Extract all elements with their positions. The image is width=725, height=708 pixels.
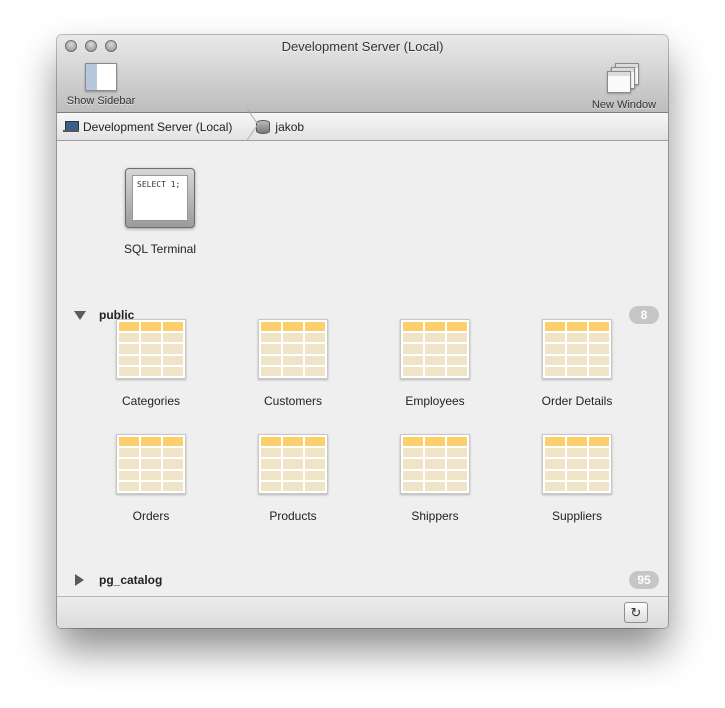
table-label: Customers bbox=[263, 394, 322, 408]
schema-name: pg_catalog bbox=[99, 573, 163, 587]
app-window: Development Server (Local) Show Sidebar … bbox=[57, 35, 668, 628]
database-icon bbox=[256, 119, 271, 134]
new-window-label: New Window bbox=[591, 99, 657, 111]
table-icon bbox=[542, 319, 612, 379]
footer-bar: ↻ bbox=[57, 596, 668, 628]
titlebar: Development Server (Local) Show Sidebar … bbox=[57, 35, 668, 113]
table-item-categories[interactable]: Categories bbox=[80, 319, 222, 408]
schema-count-badge: 95 bbox=[629, 571, 659, 589]
table-icon bbox=[258, 319, 328, 379]
table-item-shippers[interactable]: Shippers bbox=[364, 434, 506, 523]
sql-terminal-label: SQL Terminal bbox=[123, 242, 197, 256]
terminal-screen-text: SELECT 1; bbox=[132, 175, 188, 221]
table-label: Categories bbox=[121, 394, 181, 408]
window-title: Development Server (Local) bbox=[281, 39, 444, 54]
table-icon bbox=[400, 319, 470, 379]
breadcrumb-database[interactable]: jakob bbox=[250, 113, 312, 140]
breadcrumb-server[interactable]: Development Server (Local) bbox=[57, 113, 240, 140]
table-label: Products bbox=[269, 509, 317, 523]
table-label: Order Details bbox=[541, 394, 613, 408]
new-window-icon bbox=[607, 63, 641, 95]
refresh-icon: ↻ bbox=[630, 605, 642, 620]
table-label: Shippers bbox=[411, 509, 459, 523]
table-item-employees[interactable]: Employees bbox=[364, 319, 506, 408]
refresh-button[interactable]: ↻ bbox=[624, 602, 648, 623]
table-label: Employees bbox=[405, 394, 465, 408]
disclosure-collapsed-icon[interactable] bbox=[75, 574, 84, 586]
show-sidebar-button[interactable]: Show Sidebar bbox=[61, 63, 141, 107]
table-item-suppliers[interactable]: Suppliers bbox=[506, 434, 648, 523]
table-item-order-details[interactable]: Order Details bbox=[506, 319, 648, 408]
table-label: Suppliers bbox=[551, 509, 603, 523]
new-window-button[interactable]: New Window bbox=[584, 63, 664, 111]
show-sidebar-label: Show Sidebar bbox=[66, 95, 136, 107]
table-icon bbox=[116, 319, 186, 379]
sidebar-icon bbox=[85, 63, 117, 91]
laptop-icon bbox=[63, 121, 79, 132]
sql-terminal-icon: SELECT 1; bbox=[125, 168, 195, 228]
breadcrumb: Development Server (Local) jakob bbox=[57, 113, 668, 141]
table-icon bbox=[542, 434, 612, 494]
sql-terminal-item[interactable]: SELECT 1; SQL Terminal bbox=[105, 168, 215, 256]
table-icon bbox=[400, 434, 470, 494]
table-icon bbox=[258, 434, 328, 494]
schema-row-pg-catalog[interactable]: pg_catalog 95 bbox=[57, 570, 668, 590]
table-item-orders[interactable]: Orders bbox=[80, 434, 222, 523]
breadcrumb-separator bbox=[240, 113, 250, 141]
database-content: SELECT 1; SQL Terminal public 8 Categori… bbox=[57, 141, 668, 619]
table-label: Orders bbox=[132, 509, 170, 523]
table-item-products[interactable]: Products bbox=[222, 434, 364, 523]
table-icon bbox=[116, 434, 186, 494]
breadcrumb-server-label: Development Server (Local) bbox=[83, 119, 233, 134]
breadcrumb-database-label: jakob bbox=[275, 119, 305, 134]
table-item-customers[interactable]: Customers bbox=[222, 319, 364, 408]
